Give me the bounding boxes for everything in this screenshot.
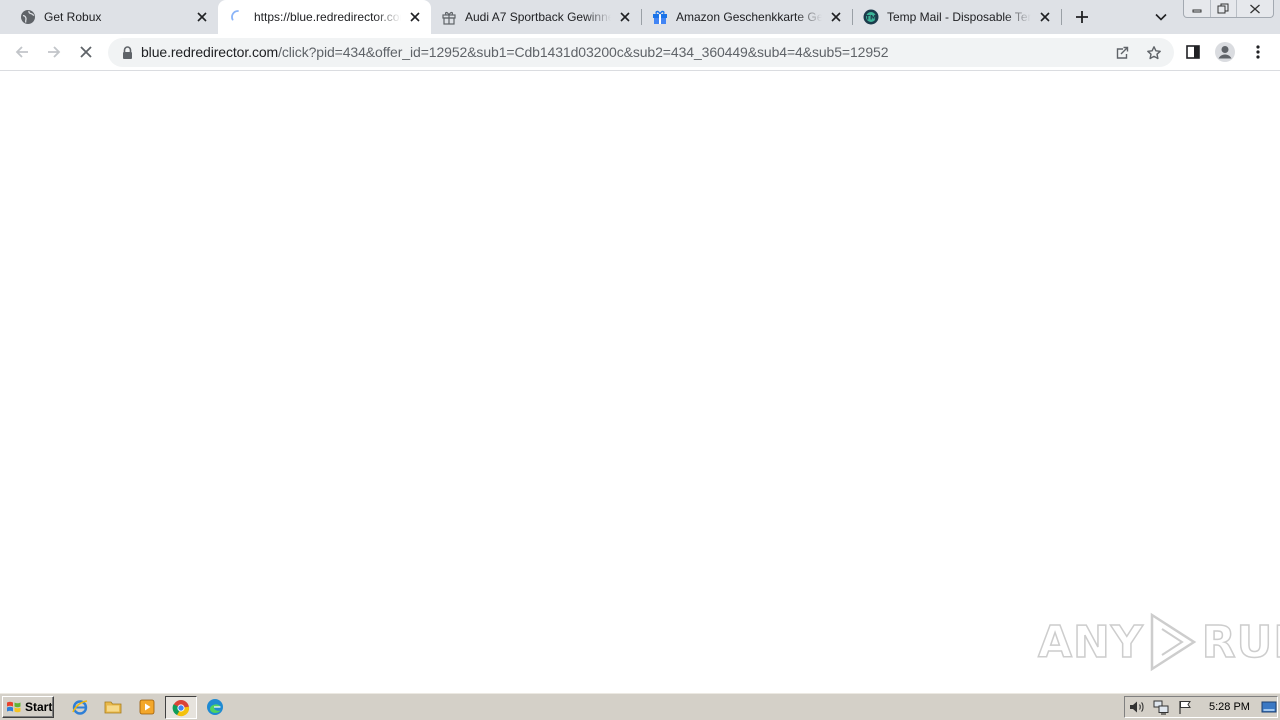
tab-amazon[interactable]: Amazon Geschenkkarte Gewinnen	[642, 0, 852, 34]
svg-text:TM: TM	[866, 14, 877, 22]
tab-strip: Get Robux https://blue.redredirector.com…	[0, 0, 1280, 34]
tab-title: Temp Mail - Disposable Temporary Email	[887, 10, 1031, 24]
close-window-button[interactable]	[1237, 0, 1273, 17]
close-tab-icon[interactable]	[194, 9, 210, 25]
action-center-flag-icon[interactable]	[1177, 699, 1193, 715]
tab-title: https://blue.redredirector.com/click?pid…	[254, 10, 401, 24]
chevron-down-icon	[1155, 13, 1167, 21]
minimize-button[interactable]	[1184, 0, 1211, 17]
url-path: /click?pid=434&offer_id=12952&sub1=Cdb14…	[278, 44, 889, 60]
chrome-taskbar-item[interactable]	[165, 696, 197, 719]
windows-logo-icon	[7, 701, 21, 713]
temp-mail-icon: TM	[863, 9, 879, 25]
side-panel-button[interactable]	[1180, 39, 1206, 65]
restore-icon	[1217, 3, 1229, 14]
watermark-any: ANY	[1037, 616, 1144, 669]
avatar-icon	[1215, 42, 1235, 62]
stop-loading-button[interactable]	[73, 39, 99, 65]
media-player-icon	[139, 699, 155, 715]
internet-explorer-icon	[72, 700, 88, 715]
start-label: Start	[25, 700, 53, 714]
minimize-icon	[1192, 9, 1202, 12]
loading-spinner-icon	[230, 9, 246, 25]
side-panel-icon	[1186, 45, 1200, 59]
tab-get-robux[interactable]: Get Robux	[0, 0, 218, 34]
tab-temp-mail[interactable]: TM Temp Mail - Disposable Temporary Emai…	[853, 0, 1061, 34]
arrow-left-icon	[15, 46, 28, 58]
share-button[interactable]	[1112, 43, 1132, 63]
edge-launcher[interactable]	[206, 698, 224, 716]
start-button[interactable]: Start	[2, 696, 54, 718]
page-content: ANY RUN	[0, 72, 1280, 692]
close-tab-icon[interactable]	[828, 9, 844, 25]
close-icon	[1250, 4, 1261, 13]
tab-title: Amazon Geschenkkarte Gewinnen	[676, 10, 822, 24]
plus-icon	[1076, 11, 1088, 23]
share-icon	[1116, 46, 1129, 59]
menu-button[interactable]	[1245, 39, 1271, 65]
close-tab-icon[interactable]	[407, 9, 423, 25]
globe-icon	[20, 9, 36, 25]
tab-title: Audi A7 Sportback Gewinnen!	[465, 10, 611, 24]
file-explorer-launcher[interactable]	[104, 698, 122, 716]
tab-separator	[1061, 9, 1062, 25]
arrow-right-icon	[48, 46, 61, 58]
lock-icon[interactable]	[120, 45, 134, 61]
edge-icon	[207, 699, 223, 715]
url-text[interactable]: blue.redredirector.com/click?pid=434&off…	[141, 44, 889, 60]
kebab-menu-icon	[1256, 45, 1260, 59]
network-icon[interactable]	[1153, 699, 1169, 715]
new-tab-button[interactable]	[1072, 7, 1092, 27]
tab-redirector[interactable]: https://blue.redredirector.com/click?pid…	[218, 0, 431, 34]
tab-audi[interactable]: Audi A7 Sportback Gewinnen!	[431, 0, 641, 34]
stop-x-icon	[80, 46, 92, 58]
restore-button[interactable]	[1211, 0, 1238, 17]
forward-button[interactable]	[41, 39, 67, 65]
internet-explorer-launcher[interactable]	[71, 698, 89, 716]
browser-toolbar: blue.redredirector.com/click?pid=434&off…	[0, 34, 1280, 71]
watermark-run: RUN	[1201, 616, 1280, 669]
back-button[interactable]	[9, 39, 35, 65]
gift-box-icon	[652, 9, 668, 25]
tab-title: Get Robux	[44, 10, 102, 24]
clock[interactable]: 5:28 PM	[1209, 701, 1250, 713]
chrome-icon	[172, 699, 190, 716]
anyrun-watermark: ANY RUN	[1037, 612, 1280, 672]
close-tab-icon[interactable]	[1037, 9, 1053, 25]
bookmark-button[interactable]	[1144, 43, 1164, 63]
tab-search-button[interactable]	[1152, 8, 1170, 26]
url-host: blue.redredirector.com	[141, 44, 279, 60]
play-triangle-icon	[1150, 612, 1197, 672]
address-bar[interactable]: blue.redredirector.com/click?pid=434&off…	[108, 38, 1174, 67]
system-tray: 5:28 PM	[1124, 696, 1278, 718]
profile-button[interactable]	[1212, 39, 1238, 65]
windows-taskbar: Start 5:28 PM	[0, 692, 1280, 720]
media-player-launcher[interactable]	[138, 698, 156, 716]
gift-icon	[441, 9, 457, 25]
star-icon	[1147, 46, 1161, 60]
show-desktop-icon[interactable]	[1261, 699, 1277, 715]
close-tab-icon[interactable]	[617, 9, 633, 25]
volume-icon[interactable]	[1129, 699, 1145, 715]
window-controls	[1183, 0, 1274, 18]
folder-icon	[104, 701, 122, 714]
